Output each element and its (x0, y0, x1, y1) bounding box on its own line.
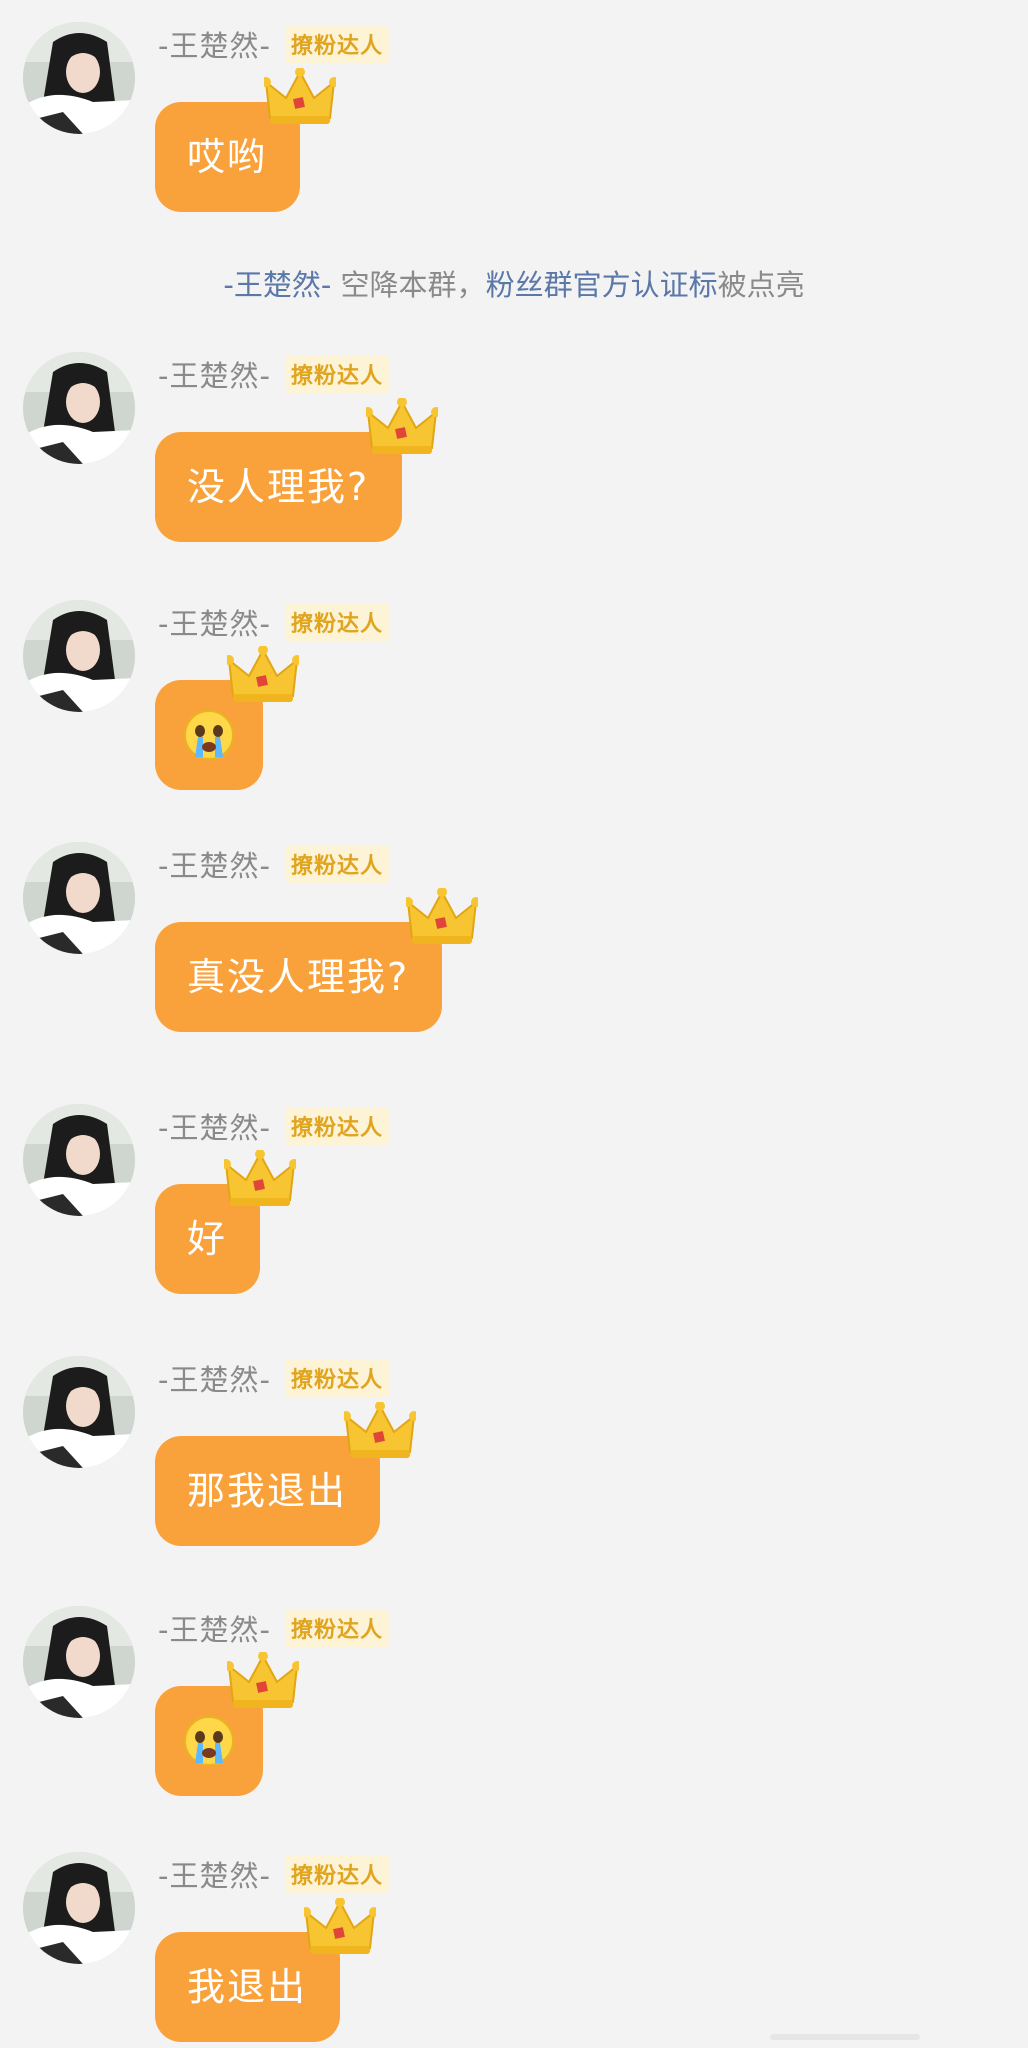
system-notice-cert-link[interactable]: 粉丝群官方认证标 (486, 268, 718, 302)
sender-row: -王楚然- 撩粉达人 (158, 844, 389, 884)
avatar[interactable] (23, 22, 135, 134)
fan-badge: 撩粉达人 (284, 1107, 389, 1145)
sender-name[interactable]: -王楚然- (158, 1105, 271, 1147)
message-bubble-wrap (155, 646, 299, 790)
loudly-crying-face-icon (183, 709, 235, 761)
chat-message: -王楚然- 撩粉达人 没人理我? (0, 352, 700, 542)
system-notice: -王楚然- 空降本群，粉丝群官方认证标被点亮 (0, 262, 1028, 304)
message-bubble[interactable]: 我退出 (155, 1898, 377, 2042)
crown-icon (227, 1652, 299, 1714)
sender-row: -王楚然- 撩粉达人 (158, 24, 389, 64)
avatar[interactable] (23, 842, 135, 954)
message-bubble-wrap (155, 1652, 299, 1796)
fan-badge: 撩粉达人 (284, 1359, 389, 1397)
system-notice-text: 空降本群， (331, 268, 486, 302)
sender-row: -王楚然- 撩粉达人 (158, 354, 389, 394)
fan-badge: 撩粉达人 (284, 603, 389, 641)
message-bubble[interactable]: 那我退出 (155, 1402, 417, 1546)
sender-row: -王楚然- 撩粉达人 (158, 1854, 389, 1894)
crown-icon (304, 1898, 377, 1960)
crown-icon (366, 398, 439, 460)
avatar[interactable] (23, 1356, 135, 1468)
sender-name[interactable]: -王楚然- (158, 23, 271, 65)
fan-badge: 撩粉达人 (284, 355, 389, 393)
sender-row: -王楚然- 撩粉达人 (158, 1358, 389, 1398)
message-text: 没人理我? (187, 465, 370, 509)
sender-name[interactable]: -王楚然- (158, 843, 271, 885)
message-bubble[interactable] (155, 646, 299, 790)
fan-badge: 撩粉达人 (284, 25, 389, 63)
message-bubble-wrap: 我退出 (155, 1898, 377, 2042)
scroll-indicator[interactable] (770, 2034, 920, 2040)
chat-message: -王楚然- 撩粉达人 好 (0, 1104, 700, 1294)
sender-row: -王楚然- 撩粉达人 (158, 602, 389, 642)
chat-message: -王楚然- 撩粉达人 那我退出 (0, 1356, 700, 1546)
avatar[interactable] (23, 1606, 135, 1718)
fan-badge: 撩粉达人 (284, 845, 389, 883)
message-bubble[interactable]: 没人理我? (155, 398, 439, 542)
avatar[interactable] (23, 1104, 135, 1216)
sender-name[interactable]: -王楚然- (158, 1607, 271, 1649)
sender-name[interactable]: -王楚然- (158, 353, 271, 395)
sender-row: -王楚然- 撩粉达人 (158, 1608, 389, 1648)
message-text: 哎哟 (187, 135, 268, 179)
sender-name[interactable]: -王楚然- (158, 601, 271, 643)
message-text: 我退出 (187, 1965, 308, 2009)
chat-message: -王楚然- 撩粉达人 (0, 600, 700, 790)
message-bubble-wrap: 真没人理我? (155, 888, 479, 1032)
chat-message: -王楚然- 撩粉达人 (0, 1606, 700, 1796)
message-bubble[interactable]: 真没人理我? (155, 888, 479, 1032)
message-text: 那我退出 (187, 1469, 348, 1513)
message-bubble-wrap: 好 (155, 1150, 297, 1294)
avatar[interactable] (23, 1852, 135, 1964)
message-text: 好 (187, 1217, 228, 1261)
system-notice-name-link[interactable]: -王楚然- (223, 268, 331, 302)
fan-badge: 撩粉达人 (284, 1855, 389, 1893)
chat-message: -王楚然- 撩粉达人 真没人理我? (0, 842, 700, 1032)
crown-icon (406, 888, 479, 950)
message-text: 真没人理我? (187, 955, 410, 999)
message-bubble[interactable]: 好 (155, 1150, 297, 1294)
loudly-crying-face-icon (183, 1715, 235, 1767)
message-bubble-wrap: 哎哟 (155, 68, 337, 212)
crown-icon (227, 646, 299, 708)
sender-name[interactable]: -王楚然- (158, 1357, 271, 1399)
crown-icon (344, 1402, 417, 1464)
message-bubble-wrap: 那我退出 (155, 1402, 417, 1546)
crown-icon (224, 1150, 297, 1212)
chat-message-list[interactable]: -王楚然- 撩粉达人 哎哟 -王楚然- 空降本群，粉丝群官方认证标被点亮 -王楚… (0, 0, 1028, 2048)
message-bubble[interactable]: 哎哟 (155, 68, 337, 212)
avatar[interactable] (23, 352, 135, 464)
chat-message: -王楚然- 撩粉达人 我退出 (0, 1852, 700, 2042)
message-bubble[interactable] (155, 1652, 299, 1796)
chat-message: -王楚然- 撩粉达人 哎哟 (0, 22, 700, 212)
avatar[interactable] (23, 600, 135, 712)
sender-row: -王楚然- 撩粉达人 (158, 1106, 389, 1146)
message-bubble-wrap: 没人理我? (155, 398, 439, 542)
crown-icon (264, 68, 337, 130)
fan-badge: 撩粉达人 (284, 1609, 389, 1647)
sender-name[interactable]: -王楚然- (158, 1853, 271, 1895)
system-notice-tail: 被点亮 (717, 268, 805, 302)
